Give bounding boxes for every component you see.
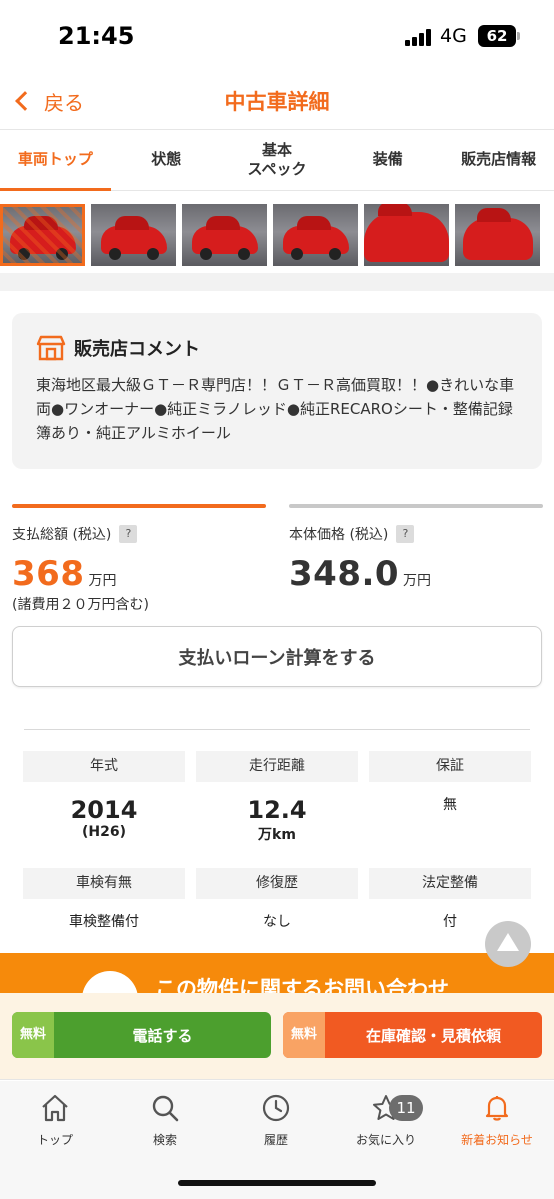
call-button[interactable]: 無料 電話する bbox=[12, 1012, 271, 1058]
stock-quote-request-button[interactable]: 無料 在庫確認・見積依頼 bbox=[283, 1012, 542, 1058]
photo-thumbnail[interactable] bbox=[455, 204, 540, 266]
favorites-count-badge: 11 bbox=[389, 1095, 423, 1121]
tab-basic-spec[interactable]: 基本 スペック bbox=[222, 130, 333, 190]
tab-vehicle-top[interactable]: 車両トップ bbox=[0, 130, 111, 191]
tabbar-item-favorites[interactable]: 11 お気に入り bbox=[331, 1089, 441, 1148]
tabbar-label: 新着お知らせ bbox=[461, 1133, 533, 1147]
tab-dealer-info[interactable]: 販売店情報 bbox=[443, 130, 554, 190]
inquiry-banner-text: この物件に関するお問い合わせ bbox=[155, 977, 449, 993]
tabbar-label: 履歴 bbox=[263, 1133, 288, 1147]
body-price-label: 本体価格 (税込) bbox=[289, 527, 389, 543]
bell-icon bbox=[485, 1096, 509, 1121]
total-price-note: (諸費用２０万円含む) bbox=[12, 597, 149, 613]
body-price-unit: 万円 bbox=[403, 573, 432, 589]
free-badge: 無料 bbox=[283, 1012, 325, 1058]
dealer-comment-text: 東海地区最大級ＧＴ－Ｒ専門店！！ＧＴ－Ｒ高価買取！！●きれいな車両●ワンオーナー… bbox=[36, 376, 515, 442]
status-time: 21:45 bbox=[58, 22, 135, 50]
spec-mileage: 走行距離 12.4 万km bbox=[196, 751, 358, 844]
body-price-block: 本体価格 (税込)? 348.0 万円 bbox=[289, 504, 543, 594]
search-icon bbox=[152, 1095, 179, 1122]
spec-sub-value: (H26) bbox=[82, 824, 126, 840]
photo-thumbnail-strip bbox=[0, 191, 554, 273]
help-icon[interactable]: ? bbox=[119, 525, 138, 543]
scroll-to-top-button[interactable] bbox=[485, 921, 531, 967]
spec-label: 修復歴 bbox=[196, 868, 358, 899]
spec-value: 2014 bbox=[70, 796, 138, 824]
total-price-value: 368 bbox=[12, 554, 85, 594]
spec-value: 車検整備付 bbox=[69, 914, 139, 930]
total-price-unit: 万円 bbox=[88, 573, 117, 589]
contact-action-bar: 無料 電話する 無料 在庫確認・見積依頼 bbox=[0, 993, 554, 1080]
spec-label: 走行距離 bbox=[196, 751, 358, 782]
network-type: 4G bbox=[440, 25, 467, 47]
section-separator bbox=[0, 273, 554, 291]
spec-repair-history: 修復歴 なし bbox=[196, 868, 358, 931]
dealer-comment-card: 販売店コメント 東海地区最大級ＧＴ－Ｒ専門店！！ＧＴ－Ｒ高価買取！！●きれいな車… bbox=[12, 313, 542, 469]
status-bar: 21:45 4G 62 bbox=[0, 0, 554, 74]
nav-header: 戻る 中古車詳細 bbox=[0, 74, 554, 130]
photo-thumbnail[interactable] bbox=[364, 204, 449, 266]
shop-icon bbox=[36, 335, 66, 361]
free-badge: 無料 bbox=[12, 1012, 54, 1058]
photo-thumbnail[interactable] bbox=[182, 204, 267, 266]
spec-value: 無 bbox=[443, 797, 457, 813]
home-indicator bbox=[178, 1180, 376, 1186]
photo-thumbnail[interactable] bbox=[273, 204, 358, 266]
page-title: 中古車詳細 bbox=[224, 90, 330, 114]
spec-model-year: 年式 2014 (H26) bbox=[23, 751, 185, 840]
tab-equipment[interactable]: 装備 bbox=[332, 130, 443, 190]
spec-label: 年式 bbox=[23, 751, 185, 782]
spec-value: 12.4 bbox=[247, 796, 307, 824]
battery-icon: 62 bbox=[478, 25, 520, 47]
inquiry-icon bbox=[82, 971, 138, 993]
cellular-signal-icon bbox=[405, 28, 433, 46]
tabbar-item-notifications[interactable]: 新着お知らせ bbox=[442, 1089, 552, 1148]
total-price-indicator bbox=[12, 504, 266, 508]
spec-label: 車検有無 bbox=[23, 868, 185, 899]
tabbar-label: トップ bbox=[36, 1133, 73, 1147]
inquiry-banner: この物件に関するお問い合わせ bbox=[0, 953, 554, 993]
body-price-indicator bbox=[289, 504, 543, 508]
spec-label: 法定整備 bbox=[369, 868, 531, 899]
stock-quote-button-label: 在庫確認・見積依頼 bbox=[365, 1026, 501, 1045]
loan-calculator-button[interactable]: 支払いローン計算をする bbox=[12, 626, 542, 687]
photo-thumbnail[interactable] bbox=[0, 204, 85, 266]
call-button-label: 電話する bbox=[132, 1026, 193, 1045]
clock-icon bbox=[262, 1094, 290, 1122]
tabbar-label: 検索 bbox=[152, 1133, 177, 1147]
tabbar-label: お気に入り bbox=[355, 1133, 416, 1147]
tabbar-item-history[interactable]: 履歴 bbox=[221, 1089, 331, 1148]
spec-inspection: 車検有無 車検整備付 bbox=[23, 868, 185, 931]
total-price-block: 支払総額 (税込)? 368 万円 (諸費用２０万円含む) bbox=[12, 504, 266, 614]
help-icon[interactable]: ? bbox=[396, 525, 415, 543]
spec-sub-value: 万km bbox=[258, 827, 296, 843]
bottom-tab-bar: トップ 検索 履歴 11 お気に入り 新着お知らせ bbox=[0, 1081, 554, 1199]
total-price-label: 支払総額 (税込) bbox=[12, 527, 112, 543]
dealer-comment-title: 販売店コメント bbox=[74, 339, 200, 360]
divider bbox=[24, 729, 530, 730]
photo-thumbnail[interactable] bbox=[91, 204, 176, 266]
section-tabs: 車両トップ 状態 基本 スペック 装備 販売店情報 bbox=[0, 130, 554, 191]
body-price-value: 348.0 bbox=[289, 554, 400, 594]
tabbar-item-search[interactable]: 検索 bbox=[110, 1089, 220, 1148]
tab-condition[interactable]: 状態 bbox=[111, 130, 222, 190]
spec-warranty: 保証 無 bbox=[369, 751, 531, 814]
home-icon bbox=[42, 1094, 68, 1122]
tabbar-item-top[interactable]: トップ bbox=[0, 1089, 110, 1148]
spec-label: 保証 bbox=[369, 751, 531, 782]
spec-value: なし bbox=[263, 914, 291, 930]
